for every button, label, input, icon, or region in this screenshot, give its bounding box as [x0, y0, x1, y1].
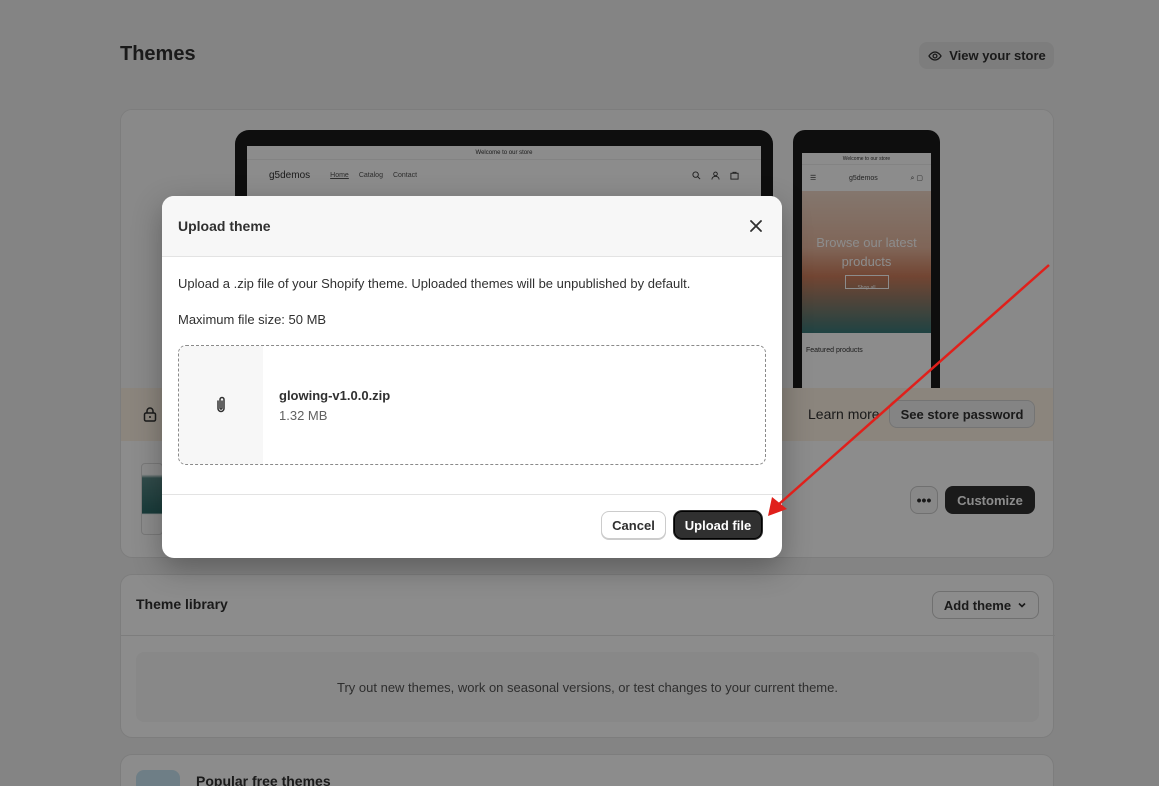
modal-title: Upload theme	[178, 218, 271, 234]
close-icon	[750, 220, 762, 232]
modal-header: Upload theme	[162, 196, 782, 257]
max-file-size: Maximum file size: 50 MB	[178, 312, 327, 327]
cancel-button[interactable]: Cancel	[601, 511, 666, 539]
upload-theme-modal: Upload theme Upload a .zip file of your …	[162, 196, 782, 558]
close-button[interactable]	[746, 216, 766, 236]
file-size: 1.32 MB	[279, 408, 328, 423]
file-name: glowing-v1.0.0.zip	[279, 388, 391, 403]
paperclip-icon	[217, 396, 225, 413]
file-icon-box	[179, 346, 263, 464]
upload-file-button[interactable]: Upload file	[674, 511, 762, 539]
file-dropzone[interactable]: glowing-v1.0.0.zip 1.32 MB	[178, 345, 766, 465]
footer-divider	[162, 494, 782, 495]
modal-description: Upload a .zip file of your Shopify theme…	[178, 276, 691, 291]
